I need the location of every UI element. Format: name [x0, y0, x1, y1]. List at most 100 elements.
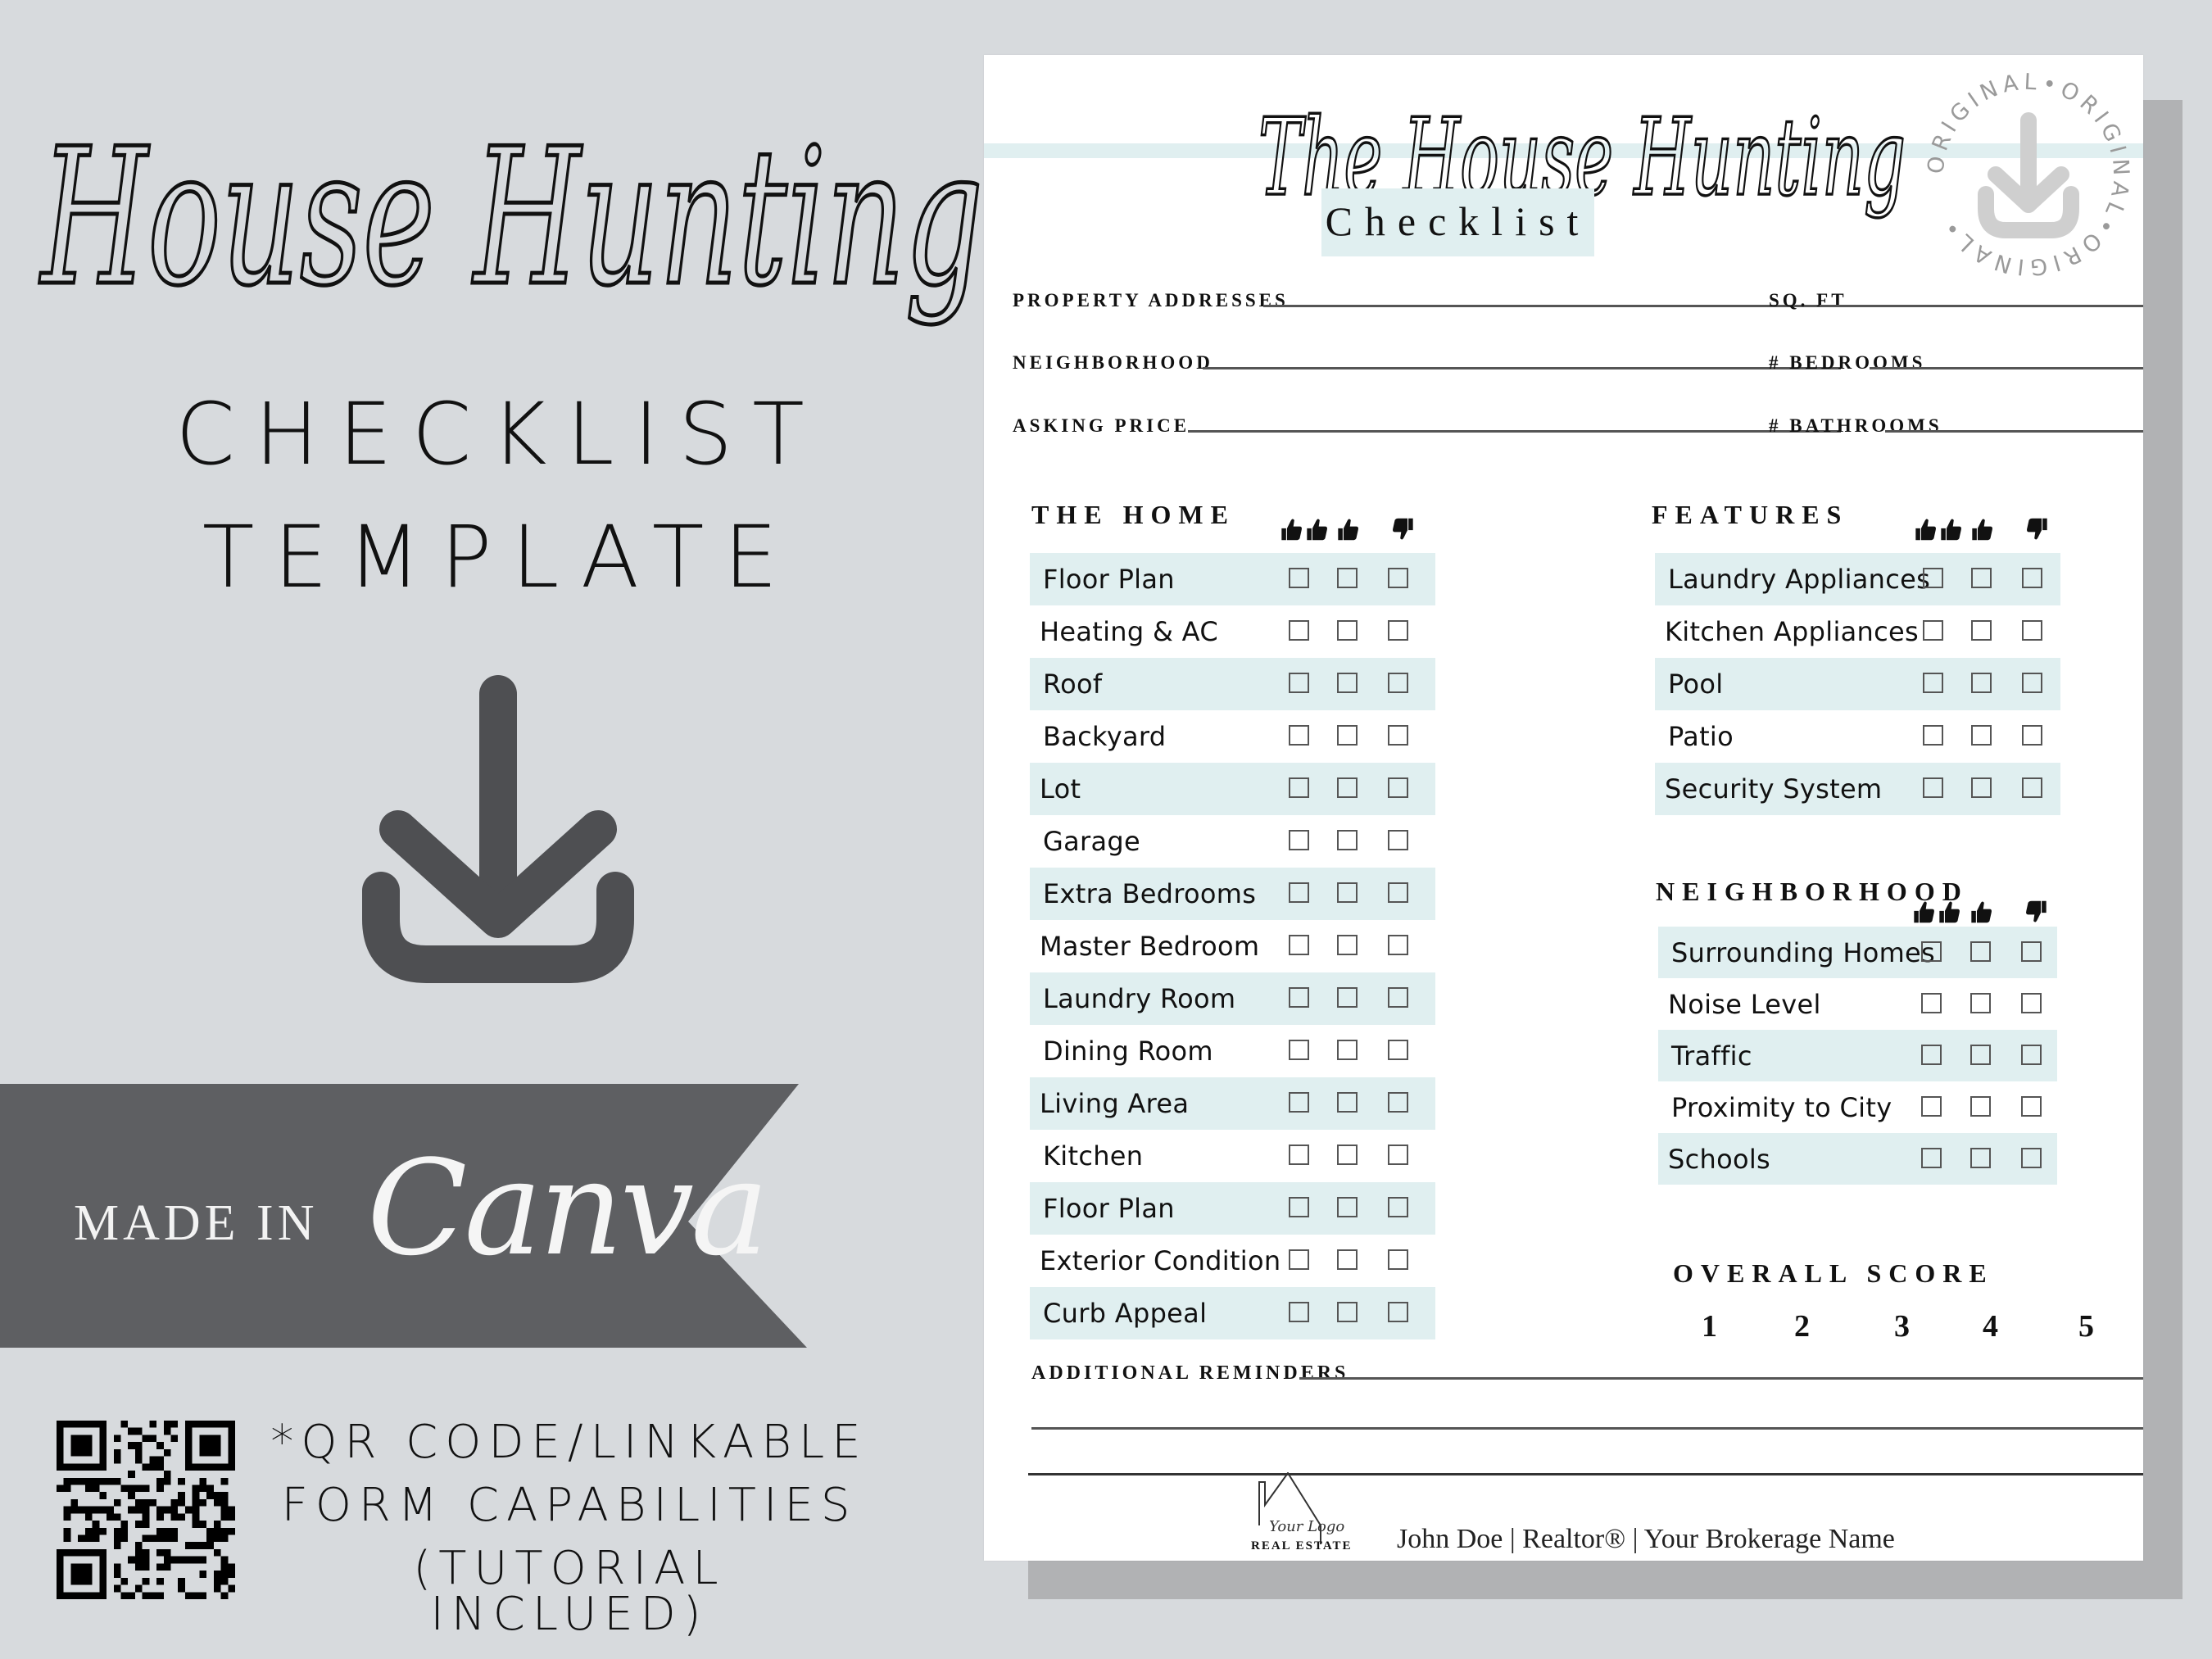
field-input-line-right[interactable]	[1870, 367, 2143, 369]
rating-like-checkbox[interactable]	[1337, 882, 1358, 903]
rating-dislike-checkbox[interactable]	[1388, 568, 1408, 588]
rating-love-checkbox[interactable]	[1289, 725, 1309, 746]
rating-like-checkbox[interactable]	[1970, 941, 1991, 962]
rating-love-checkbox[interactable]	[1289, 673, 1309, 693]
rating-like-checkbox[interactable]	[1337, 935, 1358, 955]
qr-text-line-2: FORM CAPABILITIES	[281, 1479, 858, 1532]
rating-love-checkbox[interactable]	[1289, 1302, 1309, 1322]
rating-like-checkbox[interactable]	[1337, 1302, 1358, 1322]
rating-like-checkbox[interactable]	[1970, 1148, 1991, 1168]
rating-dislike-checkbox[interactable]	[2022, 673, 2042, 693]
rating-like-checkbox[interactable]	[1337, 1145, 1358, 1165]
checklist-document: The House Hunting Checklist ORIGINAL•ORI…	[984, 55, 2143, 1561]
score-option[interactable]: 2	[1794, 1311, 1810, 1342]
field-input-line-left[interactable]	[1263, 305, 1841, 307]
field-input-line-right[interactable]	[1820, 305, 2143, 307]
rating-love-checkbox[interactable]	[1289, 935, 1309, 955]
rating-dislike-checkbox[interactable]	[1388, 620, 1408, 641]
rating-dislike-checkbox[interactable]	[2021, 1148, 2042, 1168]
rating-like-checkbox[interactable]	[1971, 620, 1992, 641]
rating-like-checkbox[interactable]	[1337, 830, 1358, 850]
score-option[interactable]: 3	[1894, 1311, 1910, 1342]
rating-love-checkbox[interactable]	[1289, 987, 1309, 1008]
rating-love-checkbox[interactable]	[1923, 725, 1943, 746]
rating-like-checkbox[interactable]	[1337, 725, 1358, 746]
rating-dislike-checkbox[interactable]	[2022, 568, 2042, 588]
rating-like-checkbox[interactable]	[1337, 1249, 1358, 1270]
score-option[interactable]: 1	[1702, 1311, 1717, 1342]
rating-like-checkbox[interactable]	[1970, 993, 1991, 1013]
rating-like-checkbox[interactable]	[1971, 568, 1992, 588]
rating-love-checkbox[interactable]	[1289, 620, 1309, 641]
rating-dislike-checkbox[interactable]	[1388, 987, 1408, 1008]
rating-dislike-checkbox[interactable]	[1388, 725, 1408, 746]
rating-dislike-checkbox[interactable]	[1388, 1040, 1408, 1060]
row-label: Schools	[1668, 1144, 1771, 1175]
rating-dislike-checkbox[interactable]	[1388, 830, 1408, 850]
rating-love-checkbox[interactable]	[1921, 941, 1942, 962]
promo-line-checklist: CHECKLIST	[175, 384, 824, 484]
promo-line-template: TEMPLATE	[202, 507, 798, 607]
rating-like-checkbox[interactable]	[1337, 987, 1358, 1008]
score-option[interactable]: 4	[1983, 1311, 1998, 1342]
logo-script-text: Your Logo	[1269, 1518, 1344, 1535]
features-row: Kitchen Appliances	[1655, 605, 2060, 658]
rating-love-checkbox[interactable]	[1923, 777, 1943, 798]
rating-love-checkbox[interactable]	[1289, 1040, 1309, 1060]
home-row: Master Bedroom	[1030, 920, 1435, 972]
rating-love-checkbox[interactable]	[1923, 620, 1943, 641]
rating-like-checkbox[interactable]	[1337, 673, 1358, 693]
rating-dislike-checkbox[interactable]	[1388, 1302, 1408, 1322]
rating-love-checkbox[interactable]	[1921, 993, 1942, 1013]
rating-love-checkbox[interactable]	[1921, 1096, 1942, 1117]
score-option[interactable]: 5	[2078, 1311, 2094, 1342]
rating-dislike-checkbox[interactable]	[1388, 935, 1408, 955]
rating-like-checkbox[interactable]	[1971, 673, 1992, 693]
field-input-line-right[interactable]	[1885, 430, 2143, 433]
rating-like-checkbox[interactable]	[1337, 1040, 1358, 1060]
reminder-line-3[interactable]	[1028, 1473, 2143, 1475]
rating-like-checkbox[interactable]	[1971, 777, 1992, 798]
home-row: Floor Plan	[1030, 1182, 1435, 1235]
rating-dislike-checkbox[interactable]	[2022, 777, 2042, 798]
rating-dislike-checkbox[interactable]	[2022, 620, 2042, 641]
reminder-line-1[interactable]	[1299, 1377, 2143, 1380]
rating-dislike-checkbox[interactable]	[1388, 1197, 1408, 1217]
rating-like-checkbox[interactable]	[1337, 777, 1358, 798]
rating-love-checkbox[interactable]	[1289, 1249, 1309, 1270]
rating-dislike-checkbox[interactable]	[1388, 673, 1408, 693]
field-input-line-left[interactable]	[1188, 430, 1841, 433]
rating-dislike-checkbox[interactable]	[2021, 941, 2042, 962]
rating-like-checkbox[interactable]	[1337, 1197, 1358, 1217]
rating-love-checkbox[interactable]	[1289, 1197, 1309, 1217]
rating-dislike-checkbox[interactable]	[2022, 725, 2042, 746]
rating-love-checkbox[interactable]	[1289, 1145, 1309, 1165]
rating-like-checkbox[interactable]	[1970, 1096, 1991, 1117]
rating-dislike-checkbox[interactable]	[2021, 993, 2042, 1013]
rating-love-checkbox[interactable]	[1923, 568, 1943, 588]
rating-love-checkbox[interactable]	[1921, 1148, 1942, 1168]
rating-like-checkbox[interactable]	[1337, 620, 1358, 641]
rating-like-checkbox[interactable]	[1970, 1045, 1991, 1065]
rating-dislike-checkbox[interactable]	[2021, 1096, 2042, 1117]
rating-like-checkbox[interactable]	[1337, 1092, 1358, 1113]
rating-love-checkbox[interactable]	[1289, 882, 1309, 903]
rating-dislike-checkbox[interactable]	[2021, 1045, 2042, 1065]
rating-love-checkbox[interactable]	[1289, 1092, 1309, 1113]
rating-dislike-checkbox[interactable]	[1388, 1145, 1408, 1165]
rating-love-checkbox[interactable]	[1289, 568, 1309, 588]
rating-dislike-checkbox[interactable]	[1388, 1092, 1408, 1113]
rating-like-checkbox[interactable]	[1971, 725, 1992, 746]
field-input-line-left[interactable]	[1203, 367, 1841, 369]
rating-dislike-checkbox[interactable]	[1388, 1249, 1408, 1270]
neighborhood-row: Schools	[1658, 1133, 2057, 1185]
rating-love-checkbox[interactable]	[1289, 830, 1309, 850]
rating-dislike-checkbox[interactable]	[1388, 777, 1408, 798]
rating-love-checkbox[interactable]	[1923, 673, 1943, 693]
rating-love-checkbox[interactable]	[1921, 1045, 1942, 1065]
rating-dislike-checkbox[interactable]	[1388, 882, 1408, 903]
rating-love-checkbox[interactable]	[1289, 777, 1309, 798]
reminder-line-2[interactable]	[1031, 1427, 2143, 1430]
neighborhood-row: Traffic	[1658, 1030, 2057, 1081]
rating-like-checkbox[interactable]	[1337, 568, 1358, 588]
